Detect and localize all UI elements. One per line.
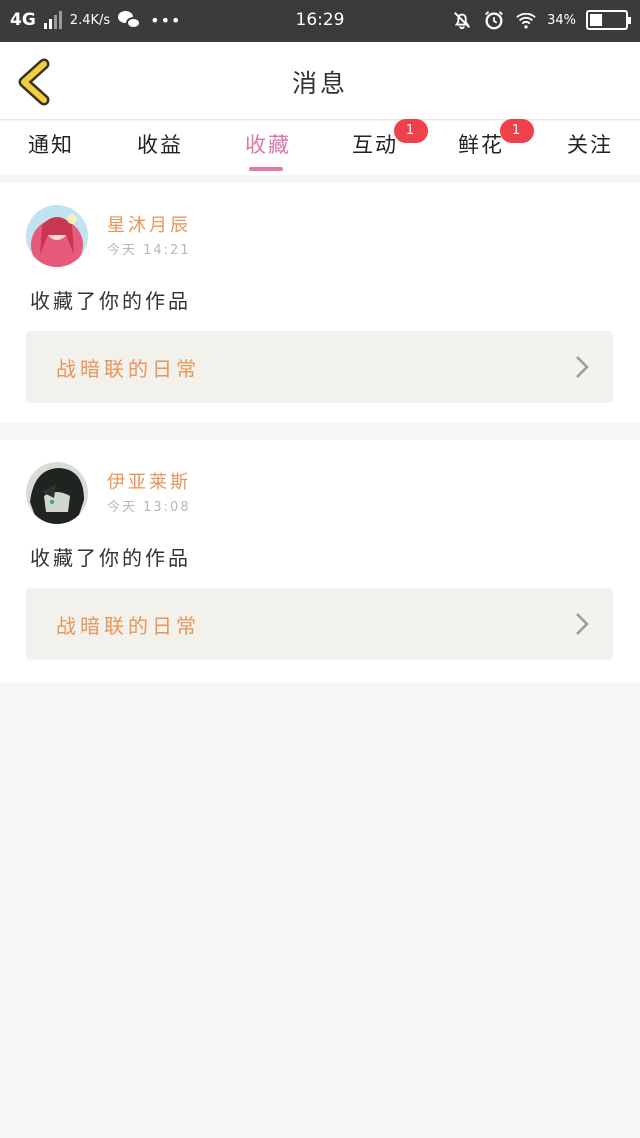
timestamp: 今天 13:08 [107,500,191,515]
active-tab-indicator [249,167,283,171]
tab-notifications[interactable]: 通知 [28,129,74,159]
battery-icon [586,10,631,30]
work-title: 战暗联的日常 [56,357,200,381]
unread-badge: 1 [500,119,534,143]
tab-flowers[interactable]: 鲜花 1 [458,119,534,159]
avatar[interactable] [26,205,88,267]
app-header: 消息 [0,42,640,120]
username[interactable]: 伊亚莱斯 [107,468,191,494]
chevron-right-icon [576,356,589,378]
message-card: 星沐月辰 今天 14:21 收藏了你的作品 战暗联的日常 [0,183,640,423]
avatar[interactable] [26,462,88,524]
alarm-icon [485,11,503,30]
tab-earnings[interactable]: 收益 [137,129,183,159]
battery-percent: 34% [547,12,576,28]
mute-bell-icon [454,12,471,30]
wifi-icon [516,12,536,29]
username[interactable]: 星沐月辰 [107,211,191,237]
tab-label: 收益 [137,133,183,157]
status-bar: 4G 2.4K/s ••• 16:29 34% [0,0,640,42]
tab-following[interactable]: 关注 [567,129,613,159]
action-text: 收藏了你的作品 [30,546,191,570]
action-text: 收藏了你的作品 [30,289,191,313]
tab-interactions[interactable]: 互动 1 [352,119,428,159]
page-title: 消息 [291,69,348,98]
tab-label: 互动 [352,133,398,157]
work-link[interactable]: 战暗联的日常 [26,588,613,660]
tab-favorites[interactable]: 收藏 [245,129,291,159]
work-link[interactable]: 战暗联的日常 [26,331,613,403]
status-right: 34% [451,9,631,31]
work-title: 战暗联的日常 [56,614,200,638]
tab-label: 鲜花 [458,133,504,157]
tab-bar: 通知 收益 收藏 互动 1 鲜花 1 关注 [0,119,640,175]
chevron-right-icon [576,613,589,635]
timestamp: 今天 14:21 [107,243,191,258]
tab-label: 通知 [28,133,74,157]
tab-label: 关注 [567,133,613,157]
tab-label: 收藏 [245,133,291,157]
unread-badge: 1 [394,119,428,143]
message-card: 伊亚莱斯 今天 13:08 收藏了你的作品 战暗联的日常 [0,440,640,682]
